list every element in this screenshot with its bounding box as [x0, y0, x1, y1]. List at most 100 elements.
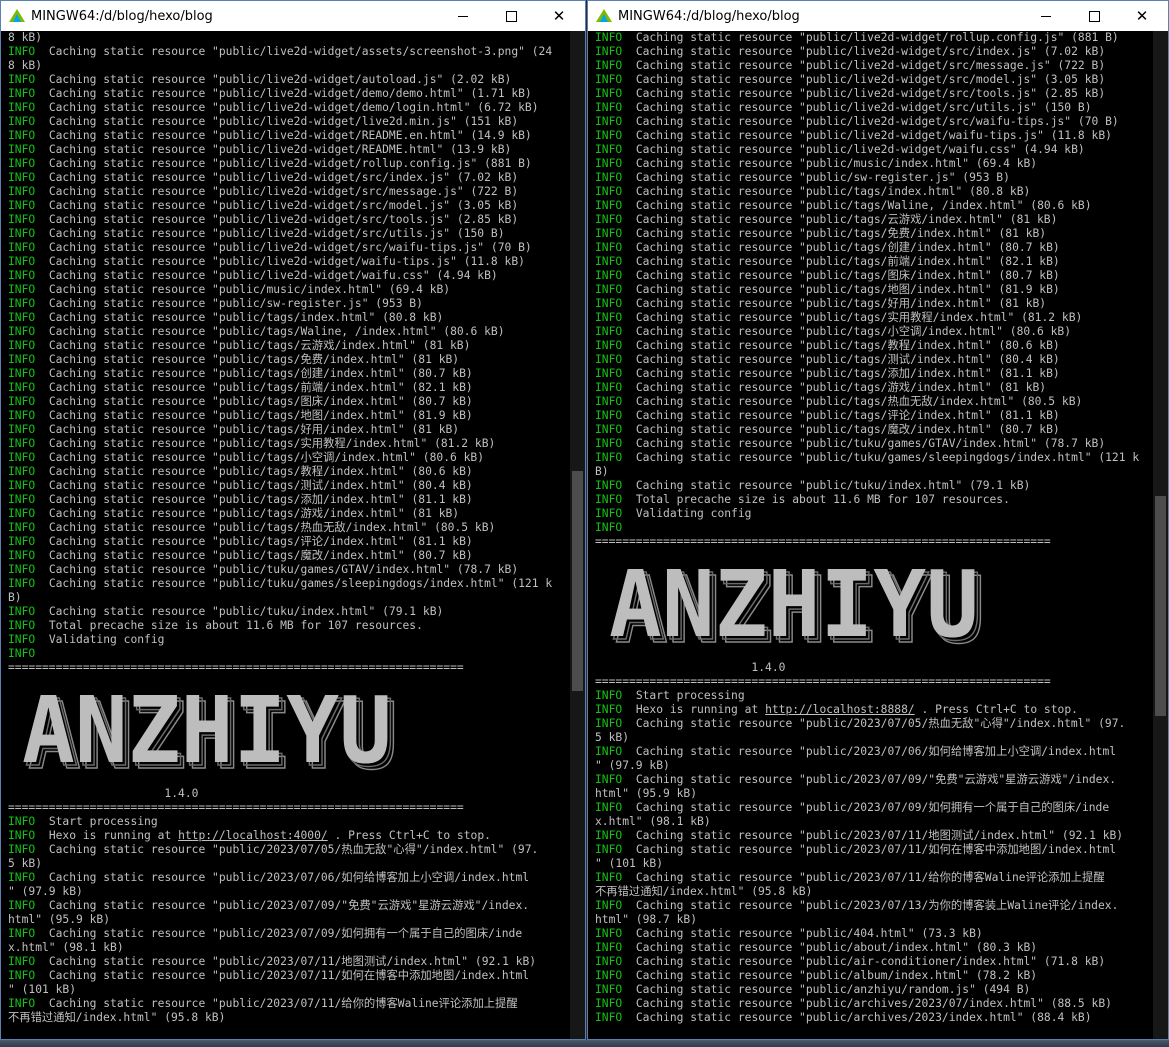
- log-line: INFO Caching static resource "public/202…: [8, 997, 569, 1011]
- minimize-button[interactable]: [1024, 1, 1068, 31]
- titlebar[interactable]: MINGW64:/d/blog/hexo/blog ✕: [588, 1, 1168, 31]
- log-message: Caching static resource "public/tags/魔改/…: [48, 549, 473, 562]
- log-message: Caching static resource "public/live2d-w…: [48, 185, 519, 198]
- log-level: INFO: [8, 605, 36, 618]
- log-line: INFO Caching static resource "public/arc…: [595, 1011, 1152, 1025]
- log-message: Caching static resource "public/2023/07/…: [48, 997, 518, 1010]
- log-message: Caching static resource "public/tags/云游戏…: [48, 339, 471, 352]
- log-line: INFO Caching static resource "public/liv…: [8, 143, 569, 157]
- log-message: html" (95.9 kB): [595, 787, 698, 800]
- maximize-button[interactable]: [1072, 1, 1116, 31]
- log-message: " (97.9 kB): [595, 759, 670, 772]
- log-message: Caching static resource "public/live2d-w…: [48, 115, 519, 128]
- log-line: INFO Caching static resource "public/liv…: [8, 255, 569, 269]
- log-level: INFO: [8, 73, 36, 86]
- log-message: Caching static resource "public/2023/07/…: [635, 745, 1117, 758]
- log-line: INFO Caching static resource "public/tag…: [595, 227, 1152, 241]
- log-line: INFO Caching static resource "public/tag…: [595, 213, 1152, 227]
- log-message: Caching static resource "public/tags/Wal…: [635, 199, 1092, 212]
- log-message: Caching static resource "public/tags/图床/…: [635, 269, 1060, 282]
- close-button[interactable]: ✕: [1120, 1, 1164, 31]
- log-message: Caching static resource "public/tags/测试/…: [635, 353, 1060, 366]
- log-line: INFO: [595, 521, 1152, 535]
- log-line: INFO Caching static resource "public/tag…: [595, 283, 1152, 297]
- terminal-window-left[interactable]: MINGW64:/d/blog/hexo/blog ✕ 8 kB) INFO Ca…: [0, 0, 586, 1040]
- terminal-output[interactable]: 8 kB) INFO Caching static resource "publi…: [8, 31, 569, 1035]
- log-line: INFO Caching static resource "public/202…: [595, 843, 1152, 857]
- log-line: INFO Caching static resource "public/tag…: [595, 367, 1152, 381]
- log-level: INFO: [595, 367, 623, 380]
- log-level: INFO: [595, 507, 623, 520]
- log-message: Caching static resource "public/tags/实用教…: [635, 311, 1083, 324]
- log-message: Caching static resource "public/2023/07/…: [635, 829, 1124, 842]
- log-line: INFO Caching static resource "public/tag…: [595, 311, 1152, 325]
- version-label: 1.4.0: [8, 787, 199, 800]
- minimize-icon: [458, 15, 468, 17]
- log-line: INFO Caching static resource "public/tag…: [8, 549, 569, 563]
- scrollbar[interactable]: [570, 31, 585, 1039]
- log-message: Total precache size is about 11.6 MB for…: [48, 619, 423, 632]
- log-message: " (97.9 kB): [8, 885, 83, 898]
- log-message: Caching static resource "public/tags/地图/…: [48, 409, 473, 422]
- maximize-button[interactable]: [489, 1, 533, 31]
- log-message: Caching static resource "public/archives…: [635, 997, 1112, 1010]
- log-message: Caching static resource "public/music/in…: [635, 157, 1038, 170]
- log-level: INFO: [595, 143, 623, 156]
- log-message: Caching static resource "public/live2d-w…: [48, 199, 519, 212]
- log-message: 5 kB): [8, 857, 43, 870]
- log-level: INFO: [8, 997, 36, 1010]
- scrollbar-thumb[interactable]: [572, 471, 583, 691]
- anzhiyu-logo: ANZHIYUANZHIYUANZHIYU: [609, 554, 986, 654]
- server-url-link[interactable]: http://localhost:4000/: [178, 829, 328, 842]
- log-message: B): [8, 591, 22, 604]
- log-message: Caching static resource "public/404.html…: [635, 927, 983, 940]
- log-level: INFO: [595, 479, 623, 492]
- log-level: INFO: [595, 269, 623, 282]
- terminal-output[interactable]: INFO Caching static resource "public/liv…: [595, 31, 1152, 1035]
- log-line: INFO Caching static resource "public/tag…: [8, 493, 569, 507]
- scrollbar[interactable]: [1153, 31, 1168, 1039]
- log-message: Caching static resource "public/2023/07/…: [635, 773, 1117, 786]
- log-line: INFO Caching static resource "public/tag…: [8, 325, 569, 339]
- log-level: INFO: [8, 311, 36, 324]
- log-line: INFO Caching static resource "public/202…: [8, 969, 569, 983]
- log-level: INFO: [595, 283, 623, 296]
- scrollbar-thumb[interactable]: [1155, 496, 1166, 716]
- log-line: INFO Caching static resource "public/liv…: [595, 73, 1152, 87]
- log-message: Caching static resource "public/live2d-w…: [48, 213, 519, 226]
- log-line: INFO Caching static resource "public/liv…: [8, 45, 569, 59]
- titlebar[interactable]: MINGW64:/d/blog/hexo/blog ✕: [1, 1, 585, 31]
- log-level: INFO: [8, 843, 36, 856]
- log-message: Caching static resource "public/tags/云游戏…: [635, 213, 1058, 226]
- log-line: INFO Caching static resource "public/liv…: [8, 199, 569, 213]
- server-url-link[interactable]: http://localhost:8888/: [765, 703, 915, 716]
- log-level: INFO: [8, 269, 36, 282]
- log-message: Start processing: [48, 815, 158, 828]
- log-level: INFO: [595, 437, 623, 450]
- close-button[interactable]: ✕: [537, 1, 581, 31]
- log-message: Caching static resource "public/live2d-w…: [48, 101, 539, 114]
- log-line: html" (95.9 kB): [8, 913, 569, 927]
- log-message: Caching static resource "public/tags/添加/…: [635, 367, 1060, 380]
- log-message: Caching static resource "public/live2d-w…: [635, 115, 1119, 128]
- log-level: INFO: [595, 997, 623, 1010]
- log-message: Caching static resource "public/tags/游戏/…: [635, 381, 1047, 394]
- log-line: 5 kB): [595, 731, 1152, 745]
- log-message: Caching static resource "public/live2d-w…: [48, 227, 505, 240]
- terminal-window-right[interactable]: MINGW64:/d/blog/hexo/blog ✕ INFO Caching…: [587, 0, 1169, 1040]
- log-message: Caching static resource "public/2023/07/…: [48, 969, 530, 982]
- log-level: INFO: [595, 409, 623, 422]
- log-level: INFO: [595, 717, 623, 730]
- minimize-button[interactable]: [441, 1, 485, 31]
- log-message: Caching static resource "public/tags/添加/…: [48, 493, 473, 506]
- log-message: Caching static resource "public/tags/创建/…: [48, 367, 473, 380]
- log-line: INFO Caching static resource "public/tag…: [8, 437, 569, 451]
- log-level: INFO: [595, 213, 623, 226]
- log-level: INFO: [595, 703, 623, 716]
- log-line: INFO Caching static resource "public/202…: [8, 843, 569, 857]
- log-line: B): [8, 591, 569, 605]
- log-line: 8 kB): [8, 31, 569, 45]
- maximize-icon: [505, 10, 517, 22]
- log-line: INFO Caching static resource "public/tag…: [8, 465, 569, 479]
- separator-line: ========================================…: [595, 675, 1051, 688]
